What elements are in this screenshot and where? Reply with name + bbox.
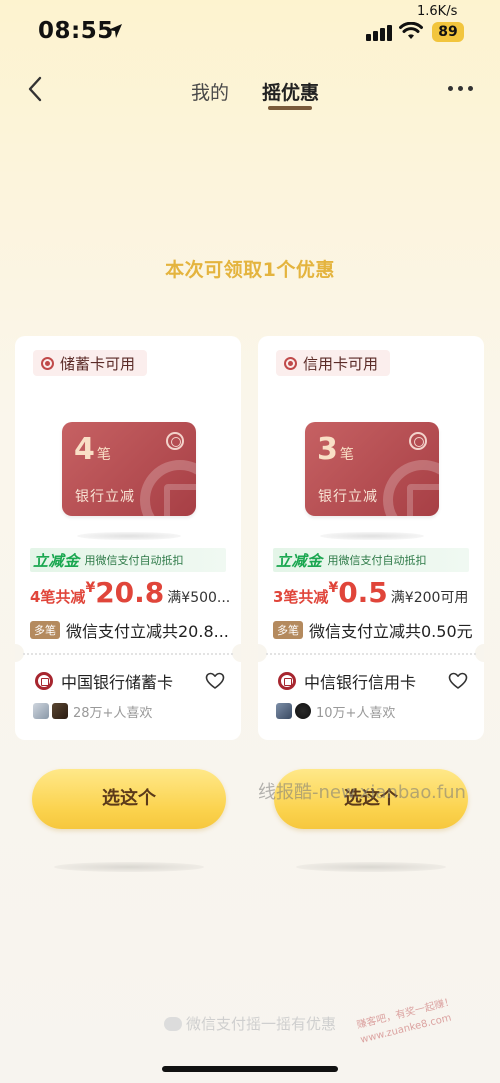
bank-card-label: 银行立减: [75, 489, 135, 505]
active-tab-indicator: [268, 106, 312, 110]
coupon-card-credit[interactable]: 信用卡可用 3笔 银行立减 立减金 用微信支付自动抵扣 3笔共减¥0.5 满¥20…: [258, 336, 484, 740]
tab-mine[interactable]: 我的: [191, 78, 229, 105]
coupon-card-debit[interactable]: 储蓄卡可用 4笔 银行立减 立减金 用微信支付自动抵扣 4笔共减¥20.8 满¥5…: [15, 336, 241, 740]
discount-prefix: 4笔共减: [30, 588, 86, 606]
status-bar: 08:55 1.6K/s 89: [0, 0, 500, 62]
currency-symbol: ¥: [85, 580, 96, 596]
bank-card-label: 银行立减: [318, 489, 378, 505]
promo-title: 立减金: [33, 551, 80, 570]
bank-name: 中信银行信用卡: [304, 673, 417, 692]
cell-signal-icon: [366, 25, 392, 41]
discount-row: 4笔共减¥20.8 满¥500...: [30, 576, 235, 612]
deal-count: 3笔: [317, 432, 354, 467]
citic-logo-icon: [278, 672, 296, 690]
wifi-icon: [399, 22, 423, 39]
nav-bar: 我的 摇优惠: [0, 62, 500, 118]
wechat-pay-icon: [163, 1017, 182, 1031]
citic-watermark-icon: [383, 460, 439, 516]
multi-deal-badge: 多笔: [273, 621, 303, 639]
divider: [266, 653, 476, 655]
discount-condition: 满¥500...: [167, 590, 231, 606]
avatar: [276, 703, 292, 719]
deal-count: 4笔: [74, 432, 111, 467]
currency-symbol: ¥: [328, 580, 339, 596]
card-type-label: 储蓄卡可用: [60, 354, 136, 373]
avatar: [33, 703, 49, 719]
discount-amount: 0.5: [338, 576, 388, 609]
card-type-label: 信用卡可用: [303, 354, 379, 373]
card-type-tag: 信用卡可用: [276, 350, 391, 376]
multi-deal-badge: 多笔: [30, 621, 60, 639]
discount-condition: 满¥200可用: [390, 590, 469, 606]
description-row: 多笔 微信支付立减共0.50元: [273, 618, 478, 642]
claim-title: 本次可领取1个优惠: [165, 259, 335, 281]
bank-card-graphic: 3笔 银行立减: [305, 422, 439, 516]
boc-logo-icon: [166, 432, 184, 450]
discount-amount: 20.8: [95, 576, 165, 609]
network-speed: 1.6K/s: [417, 4, 458, 19]
home-indicator[interactable]: [162, 1066, 338, 1072]
bank-card-graphic: 4笔 银行立减: [62, 422, 196, 516]
location-arrow-icon: [108, 24, 122, 38]
promo-title: 立减金: [276, 551, 323, 570]
description-row: 多笔 微信支付立减共20.8...: [30, 618, 235, 642]
citic-logo-icon: [409, 432, 427, 450]
likes-row: 10万+人喜欢: [276, 701, 395, 721]
bank-row: 中信银行信用卡: [278, 669, 468, 693]
divider: [23, 653, 233, 655]
bank-card-icon: [284, 356, 297, 370]
bank-row: 中国银行储蓄卡: [35, 669, 225, 693]
avatar: [295, 703, 311, 719]
avatar: [52, 703, 68, 719]
likes-count: 10万+人喜欢: [316, 705, 396, 721]
more-options-icon[interactable]: [448, 86, 473, 91]
promo-strip: 立减金 用微信支付自动抵扣: [30, 548, 226, 572]
likes-row: 28万+人喜欢: [33, 701, 152, 721]
card-type-tag: 储蓄卡可用: [33, 350, 148, 376]
coupon-description: 微信支付立减共0.50元: [309, 622, 473, 641]
discount-row: 3笔共减¥0.5 满¥200可用: [273, 576, 478, 612]
discount-prefix: 3笔共减: [273, 588, 329, 606]
choose-button-debit[interactable]: 选这个: [32, 769, 226, 829]
watermark-text: 线报酷-new.xianbao.fun: [258, 782, 466, 803]
bank-card-icon: [41, 356, 54, 370]
bank-name: 中国银行储蓄卡: [61, 673, 174, 692]
status-time: 08:55: [38, 18, 114, 44]
tab-shake-offers[interactable]: 摇优惠: [262, 78, 319, 105]
boc-logo-icon: [35, 672, 53, 690]
heart-icon[interactable]: [448, 671, 468, 691]
promo-subtitle: 用微信支付自动抵扣: [327, 554, 427, 567]
promo-strip: 立减金 用微信支付自动抵扣: [273, 548, 469, 572]
promo-subtitle: 用微信支付自动抵扣: [84, 554, 184, 567]
boc-watermark-icon: [140, 460, 196, 516]
coupon-description: 微信支付立减共20.8...: [66, 622, 229, 641]
heart-icon[interactable]: [205, 671, 225, 691]
battery-indicator: 89: [432, 22, 464, 42]
footer-text: 微信支付摇一摇有优惠: [185, 1015, 336, 1033]
zuanke8-stamp: 赚客吧，有奖一起赚！ www.zuanke8.com: [355, 996, 456, 1046]
back-icon[interactable]: [22, 74, 50, 104]
likes-count: 28万+人喜欢: [73, 705, 153, 721]
